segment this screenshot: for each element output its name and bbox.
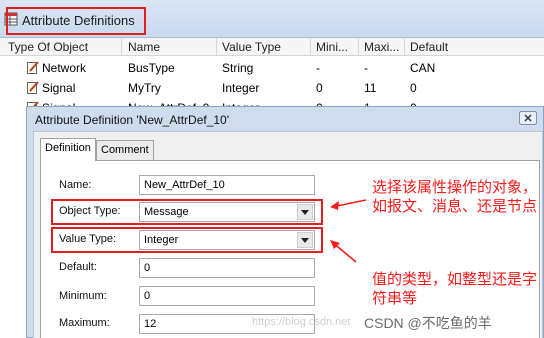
cell-value-type: String <box>222 61 254 75</box>
cell-name: BusType <box>128 61 175 75</box>
value-type-value: Integer <box>144 234 179 246</box>
minimum-field[interactable]: 0 <box>139 286 315 306</box>
column-separator[interactable] <box>121 38 122 56</box>
cell-default: 0 <box>410 81 417 95</box>
cell-minimum: 0 <box>316 81 323 95</box>
cell-default: CAN <box>410 61 436 75</box>
csdn-watermark: CSDN @不吃鱼的羊 <box>364 315 492 331</box>
blog-watermark: https://blog.csdn.net <box>252 316 351 328</box>
cell-minimum: - <box>316 61 320 75</box>
cell-maximum: - <box>364 61 368 75</box>
name-label: Name: <box>59 179 92 191</box>
tab-definition[interactable]: Definition <box>40 138 96 161</box>
value-type-select[interactable]: Integer <box>139 230 315 250</box>
cell-value-type: Integer <box>222 81 260 95</box>
cell-maximum: 11 <box>364 81 377 95</box>
object-type-select[interactable]: Message <box>139 202 315 222</box>
col-header-default[interactable]: Default <box>410 40 448 54</box>
cell-type: Network <box>42 61 87 75</box>
tab-comment[interactable]: Comment <box>96 140 154 160</box>
name-field[interactable]: New_AttrDef_10 <box>139 175 315 195</box>
cell-type: Signal <box>42 81 76 95</box>
table-row[interactable]: Signal MyTry Integer 0 11 0 <box>0 78 544 98</box>
column-separator[interactable] <box>358 38 359 56</box>
chevron-down-icon[interactable] <box>297 204 313 220</box>
column-separator[interactable] <box>404 38 405 56</box>
value-type-annotation: 值的类型，如整型还是字符串等 <box>372 271 538 307</box>
col-header-maximum[interactable]: Maxi... <box>364 40 399 54</box>
column-separator[interactable] <box>310 38 311 56</box>
column-separator[interactable] <box>216 38 217 56</box>
attribute-edit-icon <box>27 61 39 74</box>
title-highlight-box <box>6 7 146 35</box>
default-label: Default: <box>59 261 97 273</box>
value-type-label: Value Type: <box>59 233 117 245</box>
table-row[interactable]: Network BusType String - - CAN <box>0 58 544 78</box>
col-header-value-type[interactable]: Value Type <box>222 40 281 54</box>
object-type-annotation: 选择该属性操作的对象，如报文、消息、还是节点 <box>372 179 538 215</box>
close-icon[interactable] <box>519 111 537 125</box>
default-field[interactable]: 0 <box>139 258 315 278</box>
object-type-value: Message <box>144 206 189 218</box>
col-header-name[interactable]: Name <box>128 40 160 54</box>
col-header-type[interactable]: Type Of Object <box>8 40 88 54</box>
minimum-label: Minimum: <box>59 290 107 302</box>
chevron-down-icon[interactable] <box>297 232 313 248</box>
maximum-label: Maximum: <box>59 317 110 329</box>
object-type-label: Object Type: <box>59 205 121 217</box>
grid-header: Type Of Object Name Value Type Mini... M… <box>0 38 544 56</box>
col-header-minimum[interactable]: Mini... <box>316 40 348 54</box>
window-titlebar[interactable]: Attribute Definitions <box>0 0 544 38</box>
cell-name: MyTry <box>128 81 161 95</box>
dialog-title: Attribute Definition 'New_AttrDef_10' <box>35 113 230 127</box>
attribute-edit-icon <box>27 81 39 94</box>
